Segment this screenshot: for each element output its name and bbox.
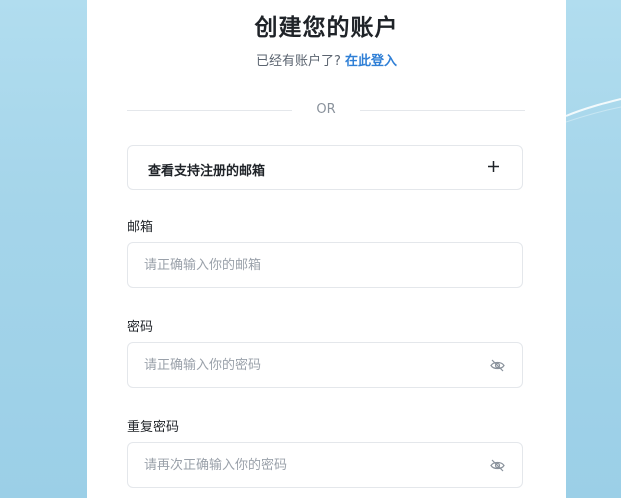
password-field-box xyxy=(127,342,523,388)
eye-slash-icon[interactable] xyxy=(490,359,505,372)
divider-line-right xyxy=(360,110,525,111)
email-input[interactable] xyxy=(144,243,474,287)
confirm-password-label: 重复密码 xyxy=(127,420,180,435)
page-title: 创建您的账户 xyxy=(254,15,399,41)
supported-emails-toggle[interactable]: 查看支持注册的邮箱 xyxy=(127,145,523,190)
plus-icon xyxy=(488,161,499,172)
signup-card: 创建您的账户 已经有账户了? 在此登入 OR 查看支持注册的邮箱 邮箱 密码 重复… xyxy=(87,0,566,498)
email-label: 邮箱 xyxy=(127,220,154,235)
password-label: 密码 xyxy=(127,320,154,335)
login-link[interactable]: 在此登入 xyxy=(345,54,397,69)
login-prompt: 已经有账户了? 在此登入 xyxy=(87,50,566,69)
supported-emails-label: 查看支持注册的邮箱 xyxy=(148,164,266,179)
confirm-password-field-box xyxy=(127,442,523,488)
or-divider: OR xyxy=(127,102,525,120)
login-prompt-text: 已经有账户了? xyxy=(256,54,341,69)
eye-slash-icon[interactable] xyxy=(490,459,505,472)
password-input[interactable] xyxy=(144,343,474,387)
email-field-box xyxy=(127,242,523,288)
confirm-password-input[interactable] xyxy=(144,443,474,487)
